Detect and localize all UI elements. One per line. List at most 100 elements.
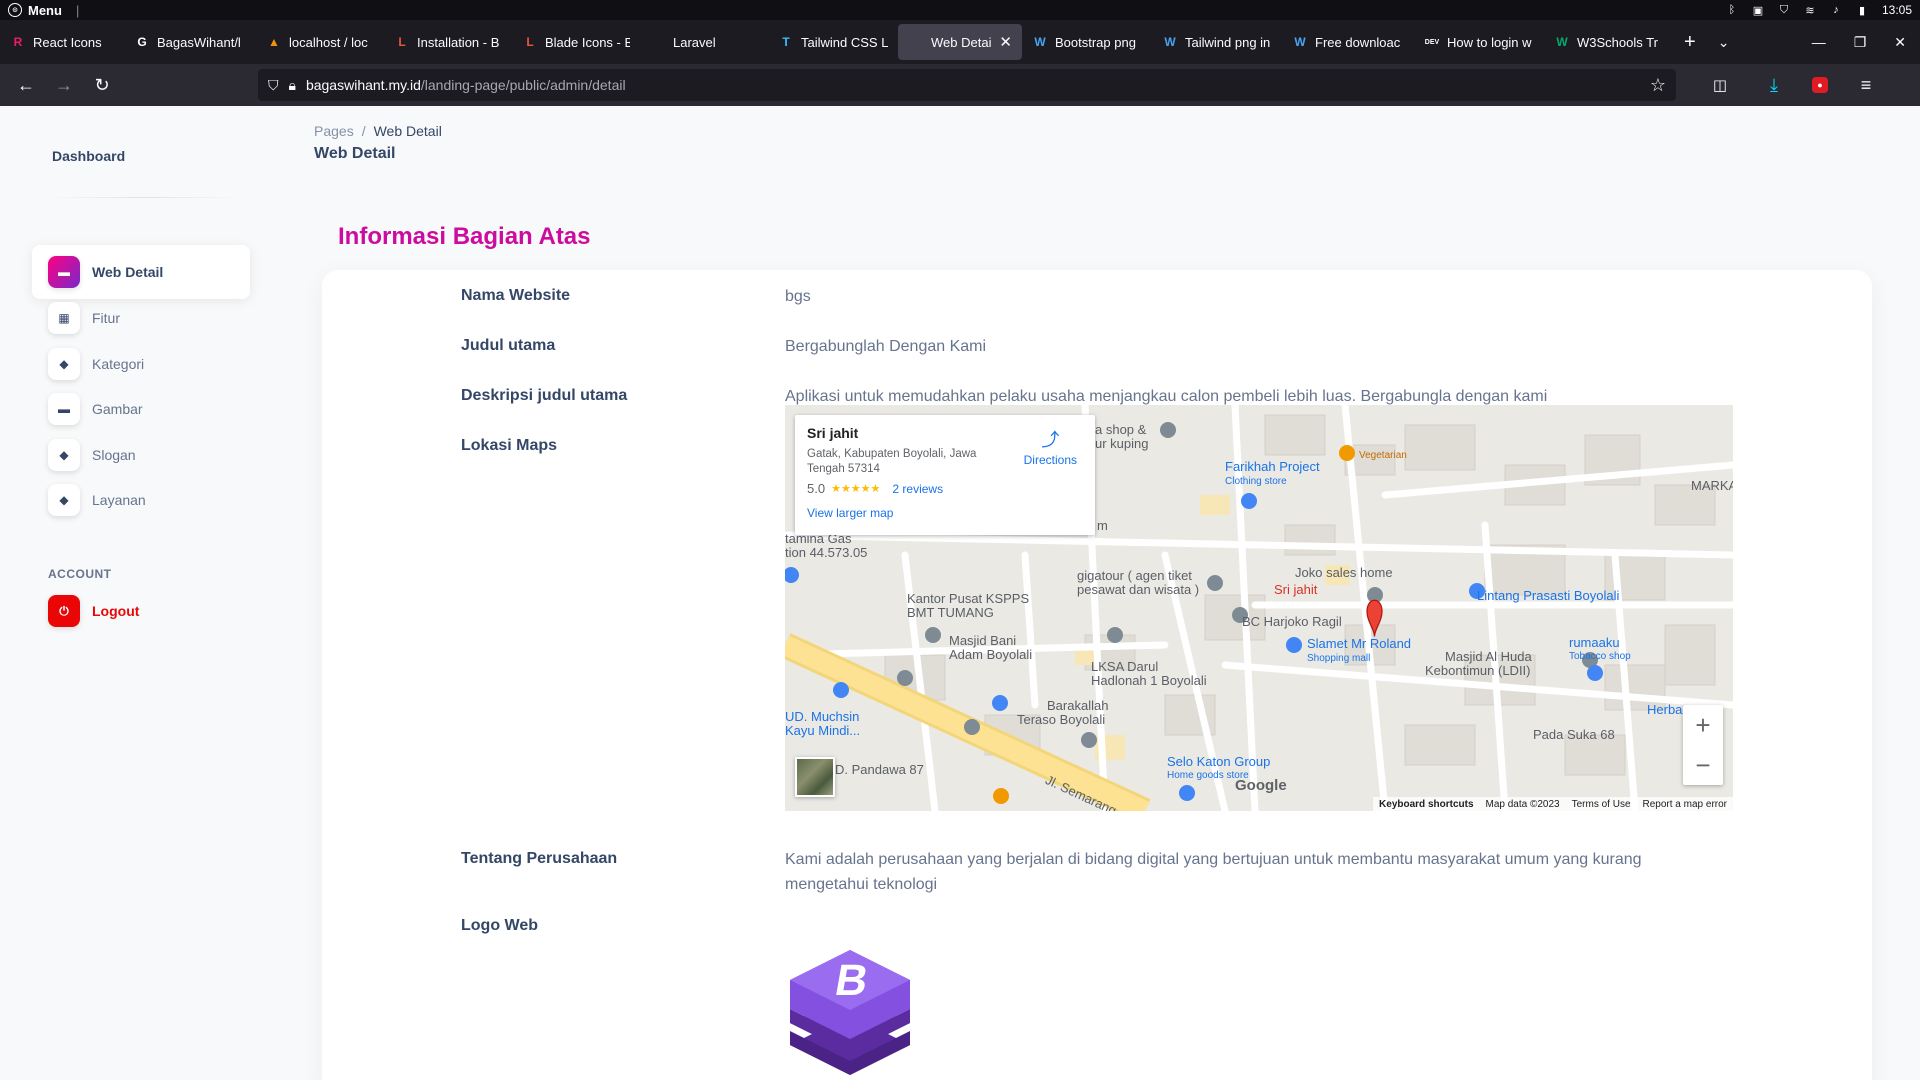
sidebar-item-logout[interactable]: ⏻ Logout — [32, 584, 250, 638]
report-error-link[interactable]: Report a map error — [1643, 799, 1727, 810]
tab-favicon-icon: W — [1164, 35, 1176, 49]
bookmark-star-icon[interactable]: ☆ — [1650, 75, 1666, 96]
breadcrumb: Pages / Web Detail — [314, 123, 442, 139]
location-map[interactable]: a shop & ur kuping Vegetarian Farikhah P… — [785, 405, 1733, 811]
tab-favicon-icon: ▲ — [268, 35, 280, 49]
bluetooth-icon[interactable]: ᛒ — [1726, 4, 1738, 16]
extension-icon[interactable]: ● — [1812, 77, 1828, 93]
clipboard-icon[interactable]: ▣ — [1752, 4, 1764, 17]
pocket-icon[interactable]: ◫ — [1704, 69, 1736, 101]
tab-favicon-icon: W — [1034, 35, 1046, 49]
forward-icon[interactable]: → — [48, 69, 80, 101]
minimize-icon[interactable]: — — [1812, 34, 1826, 50]
keyboard-shortcuts-link[interactable]: Keyboard shortcuts — [1379, 799, 1473, 810]
battery-icon[interactable]: ▮ — [1856, 4, 1868, 17]
browser-tab[interactable]: W Bootstrap png — [1022, 24, 1152, 60]
map-label: Barakallah — [1047, 698, 1109, 713]
directions-button[interactable]: ⤴ Directions — [1024, 429, 1077, 467]
os-menu-button[interactable]: ⊙ Menu — [8, 3, 62, 18]
back-icon[interactable]: ← — [10, 69, 42, 101]
map-label: UD. Muchsin — [785, 709, 860, 724]
browser-tab[interactable]: W W3Schools Try — [1544, 24, 1668, 60]
sidebar-item-icon: ▦ — [48, 302, 80, 334]
tab-label: Installation - B — [417, 34, 500, 50]
value-nama-website: bgs — [785, 288, 811, 305]
url-path: /landing-page/public/admin/detail — [420, 77, 626, 93]
map-place-card: Sri jahit Gatak, Kabupaten Boyolali, Jaw… — [795, 415, 1095, 535]
browser-nav-bar: ← → ↻ ⛉ 🔒︎ bagaswihant.my.id/landing-pag… — [0, 64, 1920, 106]
tab-label: Tailwind png in — [1185, 34, 1271, 50]
detail-card: Nama Website bgs Judul utama Bergabungla… — [322, 270, 1872, 1080]
map-label: gigatour ( agen tiket — [1077, 568, 1192, 583]
map-label: Hadlonah 1 Boyolali — [1091, 673, 1207, 688]
map-label: Herba — [1647, 702, 1683, 717]
tab-favicon-icon: L — [526, 35, 534, 49]
tab-label: localhost / loc — [289, 34, 368, 50]
new-tab-icon[interactable]: + — [1684, 31, 1696, 54]
browser-tab[interactable]: T Tailwind CSS L — [768, 24, 898, 60]
sidebar-item-label: Layanan — [92, 492, 146, 508]
bootstrap-logo-icon: B — [790, 950, 910, 1075]
lock-icon[interactable]: 🔒︎ — [289, 77, 296, 94]
map-label: rumaaku — [1569, 635, 1620, 650]
tab-favicon-icon: R — [13, 35, 23, 49]
zoom-in-button[interactable]: + — [1683, 705, 1723, 745]
wifi-icon[interactable]: ≋ — [1804, 4, 1816, 17]
tab-favicon-icon — [908, 34, 924, 50]
section-title: Informasi Bagian Atas — [338, 223, 591, 250]
map-zoom-control: + − — [1683, 705, 1723, 785]
map-label: LKSA Darul — [1091, 659, 1159, 674]
sidebar-item-label: Fitur — [92, 310, 120, 326]
browser-tab[interactable]: W Free downloac — [1282, 24, 1414, 60]
map-label: ur kuping — [1095, 436, 1149, 451]
place-address: Gatak, Kabupaten Boyolali, Jawa Tengah 5… — [807, 448, 977, 475]
browser-tab[interactable]: Web Detail ✕ — [898, 24, 1022, 60]
url-host: bagaswihant.my.id — [305, 77, 421, 93]
browser-tab[interactable]: DEV How to login w — [1414, 24, 1544, 60]
directions-label: Directions — [1023, 453, 1077, 467]
tracking-shield-icon[interactable]: ⛉ — [268, 77, 279, 94]
sidebar-item-layanan[interactable]: ◆ Layanan — [32, 473, 250, 527]
tab-label: BagasWihant/l — [157, 34, 241, 50]
sidebar-divider — [46, 197, 242, 198]
breadcrumb-root[interactable]: Pages — [314, 123, 354, 139]
map-label: Shopping mall — [1307, 653, 1371, 664]
zoom-out-button[interactable]: − — [1683, 745, 1723, 785]
browser-tab[interactable]: G BagasWihant/l — [124, 24, 256, 60]
map-label: Masjid Al Huda — [1445, 649, 1532, 664]
browser-tab[interactable]: L Installation - B — [384, 24, 512, 60]
downloads-icon[interactable]: ⤓ — [1758, 69, 1790, 101]
browser-tab[interactable]: ▲ localhost / loc — [256, 24, 384, 60]
tab-favicon-icon: G — [137, 35, 147, 49]
browser-tab[interactable]: Laravel — [640, 24, 768, 60]
sidebar-brand[interactable]: Dashboard — [52, 148, 125, 164]
tab-favicon-icon: W — [1556, 35, 1568, 49]
shield-icon[interactable]: ⛉ — [1778, 4, 1790, 16]
reviews-link[interactable]: 2 reviews — [892, 482, 943, 496]
map-label: m — [1097, 518, 1108, 533]
map-label: Kantor Pusat KSPPS — [907, 591, 1030, 606]
sidebar-item-label: Web Detail — [92, 264, 164, 280]
os-clock[interactable]: 13:05 — [1882, 3, 1912, 17]
restore-icon[interactable]: ❐ — [1854, 34, 1867, 51]
volume-icon[interactable]: ♪ — [1830, 4, 1842, 16]
map-label: Kayu Mindi... — [785, 723, 861, 738]
map-label: Clothing store — [1225, 476, 1287, 487]
directions-icon: ⤴ — [1041, 430, 1060, 450]
terms-link[interactable]: Terms of Use — [1572, 799, 1631, 810]
breadcrumb-separator: / — [361, 123, 366, 139]
satellite-toggle-button[interactable] — [795, 757, 835, 797]
reload-icon[interactable]: ↻ — [86, 69, 118, 101]
browser-tab-strip: R React Icons G BagasWihant/l ▲ localhost / l… — [0, 20, 1920, 64]
tab-label: Web Detail — [931, 34, 993, 50]
address-bar[interactable]: ⛉ 🔒︎ bagaswihant.my.id/landing-page/publ… — [258, 69, 1676, 101]
close-window-icon[interactable]: ✕ — [1894, 34, 1906, 51]
sidebar-item-label: Gambar — [92, 401, 143, 417]
app-menu-icon[interactable]: ≡ — [1850, 69, 1882, 101]
tab-close-icon[interactable]: ✕ — [999, 33, 1012, 51]
view-larger-map-link[interactable]: View larger map — [807, 506, 1083, 520]
browser-tab[interactable]: R React Icons — [0, 24, 124, 60]
browser-tab[interactable]: L Blade Icons - B — [512, 24, 640, 60]
browser-tab[interactable]: W Tailwind png in — [1152, 24, 1282, 60]
list-tabs-icon[interactable]: ⌄ — [1718, 34, 1730, 51]
